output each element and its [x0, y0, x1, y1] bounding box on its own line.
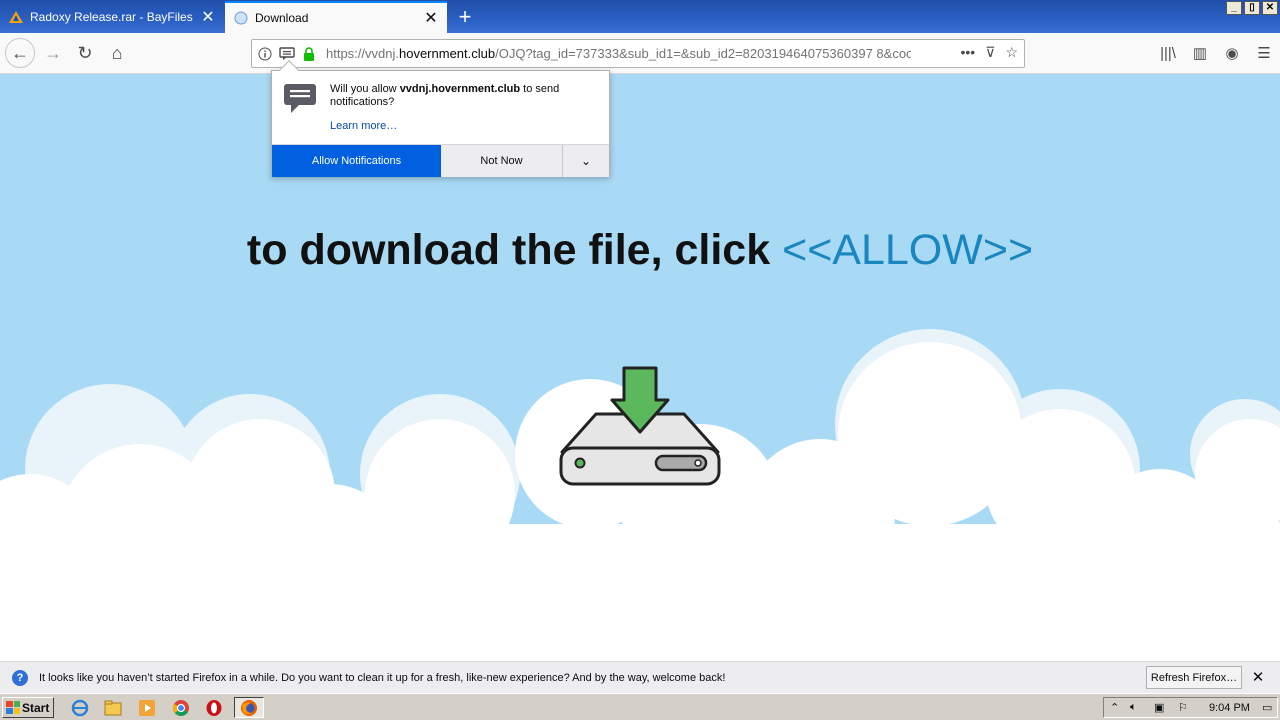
windows-taskbar: Start ⌃ 🔈︎ ▣ ⚐ 9:04 PM ▭	[0, 693, 1280, 720]
restore-button[interactable]: ▯	[1244, 1, 1260, 15]
library-icon[interactable]: |||\	[1152, 38, 1184, 68]
volume-icon[interactable]: 🔈︎	[1130, 701, 1137, 714]
tab-download[interactable]: Download ✕	[225, 1, 447, 33]
page-actions-icon[interactable]: •••	[960, 44, 975, 61]
home-button[interactable]: ⌂	[102, 38, 132, 68]
url-path: /OJQ?tag_id=737333&sub_id1=&sub_id2=8203…	[495, 46, 911, 61]
bookmark-star-icon[interactable]: ☆	[1005, 44, 1018, 61]
tab-title: Radoxy Release.rar - BayFiles	[30, 10, 193, 24]
popup-msg-host: vvdnj.hovernment.club	[399, 83, 521, 95]
start-button[interactable]: Start	[2, 697, 54, 718]
tab-bayfiles[interactable]: Radoxy Release.rar - BayFiles ✕	[0, 1, 224, 33]
popup-buttons: Allow Notifications Not Now ⌄	[272, 144, 609, 177]
action-center-flag-icon[interactable]: ⚐	[1178, 701, 1188, 714]
windows-logo-icon	[6, 701, 20, 714]
reload-button[interactable]: ↻	[70, 38, 100, 68]
url-prefix: https://vvdnj.	[326, 46, 399, 61]
forward-button[interactable]: →	[38, 38, 68, 68]
bayfiles-favicon-icon	[8, 9, 24, 25]
system-tray: ⌃ 🔈︎ ▣ ⚐ 9:04 PM ▭	[1103, 697, 1278, 718]
start-label: Start	[22, 700, 50, 715]
popup-msg-pre: Will you allow	[330, 83, 400, 95]
pocket-icon[interactable]: ⊽	[985, 44, 995, 61]
window-controls: _ ▯ ✕	[1226, 1, 1278, 15]
network-icon[interactable]: ▣	[1154, 701, 1164, 714]
lock-icon	[300, 45, 318, 63]
minimize-button[interactable]: _	[1226, 1, 1242, 15]
info-icon[interactable]	[256, 45, 274, 63]
tab-close-icon[interactable]: ✕	[200, 9, 216, 26]
opera-icon[interactable]	[204, 698, 224, 718]
firefox-taskbar-button[interactable]	[234, 697, 264, 718]
internet-explorer-icon[interactable]	[70, 698, 90, 718]
hamburger-menu-icon[interactable]: ☰	[1248, 38, 1280, 68]
new-tab-button[interactable]: +	[452, 4, 478, 30]
notification-permission-popup: Will you allow vvdnj.hovernment.club to …	[271, 60, 610, 177]
refresh-firefox-button[interactable]: Refresh Firefox…	[1146, 666, 1242, 689]
url-text[interactable]: https://vvdnj.hovernment.club/OJQ?tag_id…	[326, 46, 911, 61]
tab-close-icon[interactable]: ✕	[423, 10, 439, 27]
toolbar-buttons: |||\ ▥ ◉ ☰	[1152, 38, 1280, 68]
close-window-button[interactable]: ✕	[1262, 1, 1278, 15]
chevron-down-icon[interactable]: ⌄	[563, 145, 609, 177]
anyrun-watermark: ANY RUN	[1038, 608, 1280, 661]
popup-message: Will you allow vvdnj.hovernment.club to …	[330, 83, 600, 109]
notification-permission-icon[interactable]	[278, 45, 296, 63]
headline-text: to download the file, click	[246, 226, 783, 274]
allow-emphasis: <<ALLOW>>	[782, 226, 1034, 274]
hard-drive-download-icon	[559, 366, 721, 486]
back-button[interactable]: ←	[5, 38, 35, 68]
file-explorer-icon[interactable]	[103, 698, 123, 718]
url-bar[interactable]: https://vvdnj.hovernment.club/OJQ?tag_id…	[251, 39, 1025, 68]
tab-strip: Radoxy Release.rar - BayFiles ✕ Download…	[0, 0, 1280, 33]
navigation-toolbar: ← → ↻ ⌂ https://vvdnj.hovernment.club/OJ…	[0, 33, 1280, 74]
clock: 9:04 PM	[1209, 701, 1250, 714]
firefox-notification-bar: ? It looks like you haven’t started Fire…	[0, 661, 1280, 693]
tray-expand-icon[interactable]: ⌃	[1110, 701, 1119, 714]
media-player-icon[interactable]	[137, 698, 157, 718]
url-host: hovernment.club	[398, 46, 496, 61]
globe-icon	[233, 10, 249, 26]
learn-more-link[interactable]: Learn more…	[330, 120, 397, 132]
chrome-icon[interactable]	[171, 698, 191, 718]
notification-text: It looks like you haven’t started Firefo…	[39, 671, 726, 684]
download-instruction-headline: to download the file, click <<ALLOW>>	[0, 226, 1280, 275]
sidebar-icon[interactable]: ▥	[1184, 38, 1216, 68]
close-notification-icon[interactable]: ✕	[1250, 669, 1266, 686]
tab-title: Download	[255, 11, 309, 25]
question-icon: ?	[12, 669, 28, 686]
show-desktop-icon[interactable]: ▭	[1262, 701, 1272, 714]
chat-bubble-icon	[284, 84, 316, 113]
account-icon[interactable]: ◉	[1216, 38, 1248, 68]
not-now-button[interactable]: Not Now	[441, 145, 563, 177]
allow-notifications-button[interactable]: Allow Notifications	[272, 145, 441, 177]
page-content: to download the file, click <<ALLOW>> AN…	[0, 74, 1280, 661]
